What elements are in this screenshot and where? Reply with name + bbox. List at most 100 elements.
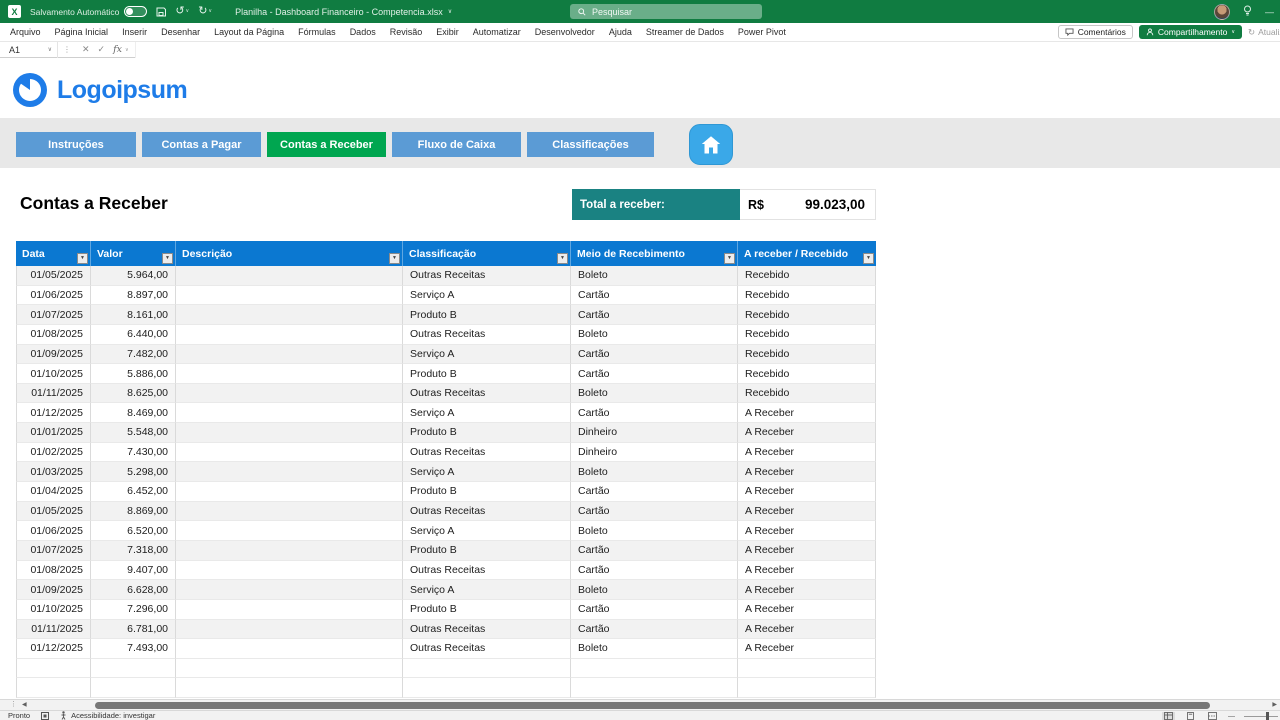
table-cell[interactable]: 01/06/2025 [16,286,91,306]
table-cell[interactable]: 7.482,00 [91,345,176,365]
table-cell[interactable]: Cartão [571,600,738,620]
filter-dropdown-icon[interactable]: ▼ [863,253,874,264]
table-cell[interactable]: Dinheiro [571,423,738,443]
table-cell[interactable]: Outras Receitas [403,443,571,463]
minimize-button[interactable]: — [1265,7,1274,17]
table-cell[interactable]: Boleto [571,325,738,345]
table-cell[interactable]: Outras Receitas [403,325,571,345]
table-cell[interactable] [176,266,403,286]
view-page-layout-button[interactable] [1184,712,1197,720]
table-cell[interactable]: Recebido [738,384,876,404]
redo-button[interactable]: ↻∨ [198,6,212,17]
table-cell[interactable] [176,364,403,384]
ribbon-tab-formulas[interactable]: Fórmulas [291,23,343,42]
ribbon-tab-power-pivot[interactable]: Power Pivot [731,23,793,42]
save-icon[interactable] [156,7,166,17]
filter-dropdown-icon[interactable]: ▼ [77,253,88,264]
table-cell[interactable]: Serviço A [403,521,571,541]
table-cell[interactable]: 01/06/2025 [16,521,91,541]
table-cell[interactable] [403,659,571,679]
table-cell[interactable]: Outras Receitas [403,384,571,404]
table-cell[interactable]: Boleto [571,580,738,600]
table-cell[interactable]: 01/08/2025 [16,561,91,581]
table-cell[interactable] [176,462,403,482]
filter-dropdown-icon[interactable]: ▼ [557,253,568,264]
table-cell[interactable]: Produto B [403,600,571,620]
table-cell[interactable]: Produto B [403,541,571,561]
table-cell[interactable]: Cartão [571,541,738,561]
table-cell[interactable] [16,678,91,698]
enter-icon[interactable]: ✓ [98,44,106,55]
undo-button[interactable]: ↺∨ [175,6,189,17]
table-cell[interactable]: 5.298,00 [91,462,176,482]
accessibility-status[interactable]: Acessibilidade: investigar [60,711,155,720]
table-cell[interactable] [176,482,403,502]
table-cell[interactable]: 01/07/2025 [16,541,91,561]
table-cell[interactable]: A Receber [738,482,876,502]
table-cell[interactable] [176,423,403,443]
table-cell[interactable] [176,403,403,423]
zoom-slider-thumb[interactable] [1266,712,1269,720]
nav-button-contas-a-pagar[interactable]: Contas a Pagar [142,132,261,157]
insert-function-icon[interactable]: fx [113,44,122,55]
nav-button-instrucoes[interactable]: Instruções [16,132,136,157]
table-cell[interactable]: Boleto [571,462,738,482]
table-cell[interactable]: Outras Receitas [403,620,571,640]
table-cell[interactable] [176,678,403,698]
view-normal-button[interactable] [1162,712,1175,720]
column-header-meio-de-recebimento[interactable]: Meio de Recebimento▼ [571,241,738,266]
table-cell[interactable]: A Receber [738,600,876,620]
table-cell[interactable]: A Receber [738,639,876,659]
table-cell[interactable]: 01/11/2025 [16,384,91,404]
home-button[interactable] [689,124,733,165]
table-cell[interactable]: Cartão [571,286,738,306]
table-cell[interactable]: Cartão [571,403,738,423]
scrollbar-thumb[interactable] [95,702,1210,709]
table-cell[interactable]: A Receber [738,462,876,482]
table-cell[interactable]: A Receber [738,502,876,522]
ribbon-tab-exibir[interactable]: Exibir [429,23,466,42]
macro-record-icon[interactable] [41,712,49,720]
table-cell[interactable]: A Receber [738,521,876,541]
table-cell[interactable] [176,286,403,306]
table-cell[interactable]: 01/09/2025 [16,345,91,365]
table-cell[interactable]: 8.869,00 [91,502,176,522]
table-cell[interactable]: 01/12/2025 [16,403,91,423]
table-cell[interactable]: 5.886,00 [91,364,176,384]
table-cell[interactable] [91,678,176,698]
table-cell[interactable]: 7.296,00 [91,600,176,620]
total-label-cell[interactable]: Total a receber: [572,189,740,220]
ribbon-tab-revisao[interactable]: Revisão [383,23,430,42]
column-header-data[interactable]: Data▼ [16,241,91,266]
table-cell[interactable]: Cartão [571,482,738,502]
ribbon-tab-automatizar[interactable]: Automatizar [466,23,528,42]
ribbon-tab-pagina-inicial[interactable]: Página Inicial [48,23,116,42]
table-cell[interactable] [176,659,403,679]
table-cell[interactable]: 8.469,00 [91,403,176,423]
table-cell[interactable]: A Receber [738,423,876,443]
zoom-slider[interactable] [1244,716,1278,717]
table-cell[interactable]: Recebido [738,345,876,365]
table-cell[interactable]: Cartão [571,305,738,325]
ribbon-tab-arquivo[interactable]: Arquivo [3,23,48,42]
table-cell[interactable]: Serviço A [403,462,571,482]
table-cell[interactable]: 01/04/2025 [16,482,91,502]
table-cell[interactable]: A Receber [738,580,876,600]
table-cell[interactable]: Boleto [571,639,738,659]
table-cell[interactable]: Serviço A [403,403,571,423]
table-cell[interactable]: A Receber [738,541,876,561]
table-cell[interactable]: 01/02/2025 [16,443,91,463]
table-cell[interactable]: Boleto [571,266,738,286]
table-cell[interactable]: 6.452,00 [91,482,176,502]
table-cell[interactable]: Outras Receitas [403,639,571,659]
table-cell[interactable]: Cartão [571,502,738,522]
table-cell[interactable]: Produto B [403,364,571,384]
table-cell[interactable]: 7.430,00 [91,443,176,463]
table-cell[interactable]: 01/11/2025 [16,620,91,640]
filter-dropdown-icon[interactable]: ▼ [162,253,173,264]
view-page-break-button[interactable] [1206,712,1219,720]
table-cell[interactable]: Cartão [571,364,738,384]
table-cell[interactable]: Produto B [403,482,571,502]
lightbulb-icon[interactable] [1243,3,1252,21]
column-header-classificacao[interactable]: Classificação▼ [403,241,571,266]
